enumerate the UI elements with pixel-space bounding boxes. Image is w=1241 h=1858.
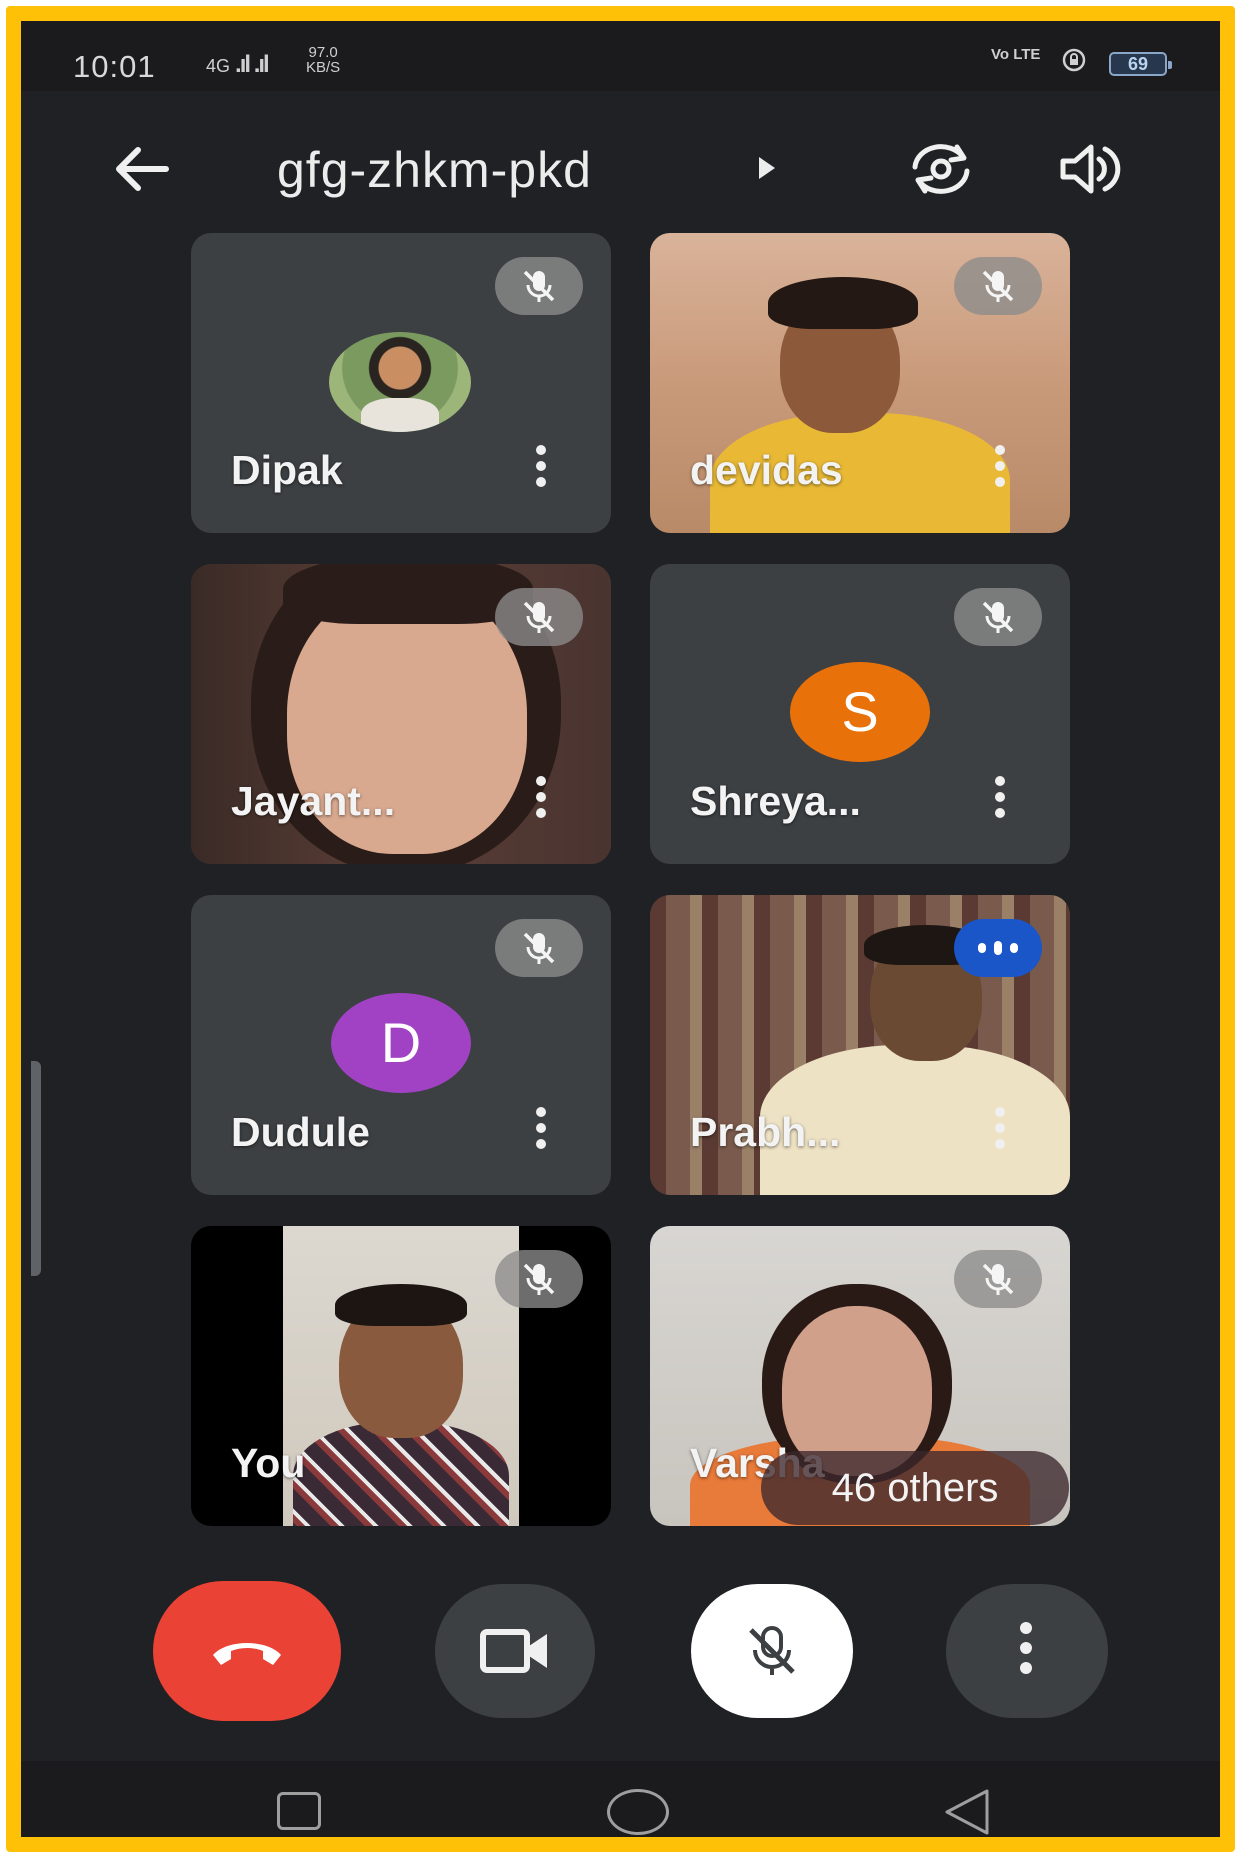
mic-off-badge (495, 919, 583, 977)
network-type: 4G (206, 56, 231, 76)
more-vert-icon[interactable] (980, 439, 1020, 499)
more-vert-icon[interactable] (521, 770, 561, 830)
participant-name: devidas (690, 447, 843, 493)
participant-name: Dudule (231, 1109, 370, 1155)
participant-name: Dipak (231, 447, 343, 493)
participant-tile-prabh[interactable]: Prabh... (650, 895, 1070, 1195)
side-panel-handle[interactable] (31, 1061, 41, 1276)
mic-off-badge (954, 588, 1042, 646)
mic-off-icon (523, 270, 555, 302)
meeting-header: gfg-zhkm-pkd (21, 91, 1220, 231)
camera-toggle-button[interactable] (435, 1584, 595, 1718)
mic-off-icon (982, 270, 1014, 302)
mic-off-icon (523, 601, 555, 633)
battery-indicator: 69 (1109, 52, 1172, 76)
speaker-icon[interactable] (1053, 137, 1133, 201)
volte-indicator: Vo LTE (991, 46, 1041, 63)
participant-tile-you[interactable]: You (191, 1226, 611, 1526)
videocam-icon (480, 1629, 547, 1673)
more-vert-icon[interactable] (521, 439, 561, 499)
participant-tile-shreya[interactable]: S Shreya... (650, 564, 1070, 864)
rotation-lock-icon (1062, 48, 1086, 72)
mic-off-badge (495, 1250, 583, 1308)
switch-camera-icon[interactable] (901, 137, 981, 201)
end-call-button[interactable] (153, 1581, 341, 1721)
status-time: 10:01 (73, 49, 156, 84)
recent-apps-icon[interactable] (277, 1792, 321, 1830)
nav-back-icon[interactable] (941, 1787, 993, 1837)
back-arrow-icon[interactable] (106, 141, 176, 197)
participant-name: You (231, 1440, 306, 1486)
avatar (329, 332, 471, 432)
avatar: S (790, 662, 930, 762)
participant-name: Shreya... (690, 778, 861, 824)
participant-name: Jayant... (231, 778, 396, 824)
participant-tile-jayant[interactable]: Jayant... (191, 564, 611, 864)
participant-tile-devidas[interactable]: devidas (650, 233, 1070, 533)
call-controls (21, 1581, 1220, 1731)
participant-tile-dipak[interactable]: Dipak (191, 233, 611, 533)
self-view-video (283, 1226, 519, 1526)
mic-off-icon (749, 1626, 795, 1675)
call-end-icon (213, 1643, 281, 1665)
more-vert-icon[interactable] (521, 1101, 561, 1161)
microphone-toggle-button[interactable] (691, 1584, 853, 1718)
network-speed-unit: KB/S (306, 59, 341, 76)
speaking-indicator (954, 919, 1042, 977)
status-bar: 10:01 4G .ıl .ıl 97.0 KB/S Vo LTE 69 (21, 21, 1220, 91)
system-nav-bar (21, 1761, 1220, 1837)
more-options-button[interactable] (946, 1584, 1108, 1718)
home-icon[interactable] (607, 1789, 669, 1835)
participant-tile-dudule[interactable]: D Dudule (191, 895, 611, 1195)
mic-off-icon (982, 1263, 1014, 1295)
avatar: D (331, 993, 471, 1093)
mic-off-badge (495, 588, 583, 646)
signal-icon: 4G .ıl .ıl (206, 51, 270, 78)
participant-name: Prabh... (690, 1109, 841, 1155)
mic-off-badge (954, 257, 1042, 315)
mic-off-icon (523, 1263, 555, 1295)
more-vert-icon (1020, 1622, 1034, 1674)
mic-off-badge (495, 257, 583, 315)
mic-off-icon (982, 601, 1014, 633)
more-vert-icon[interactable] (980, 770, 1020, 830)
phone-screen: 10:01 4G .ıl .ıl 97.0 KB/S Vo LTE 69 gfg… (6, 6, 1235, 1852)
mic-off-icon (523, 932, 555, 964)
mic-off-badge (954, 1250, 1042, 1308)
meeting-code[interactable]: gfg-zhkm-pkd (277, 141, 592, 199)
network-speed: 97.0 KB/S (306, 45, 340, 75)
others-count-button[interactable]: 46 others (761, 1451, 1069, 1525)
more-vert-icon[interactable] (980, 1101, 1020, 1161)
caret-right-icon[interactable] (759, 157, 775, 179)
